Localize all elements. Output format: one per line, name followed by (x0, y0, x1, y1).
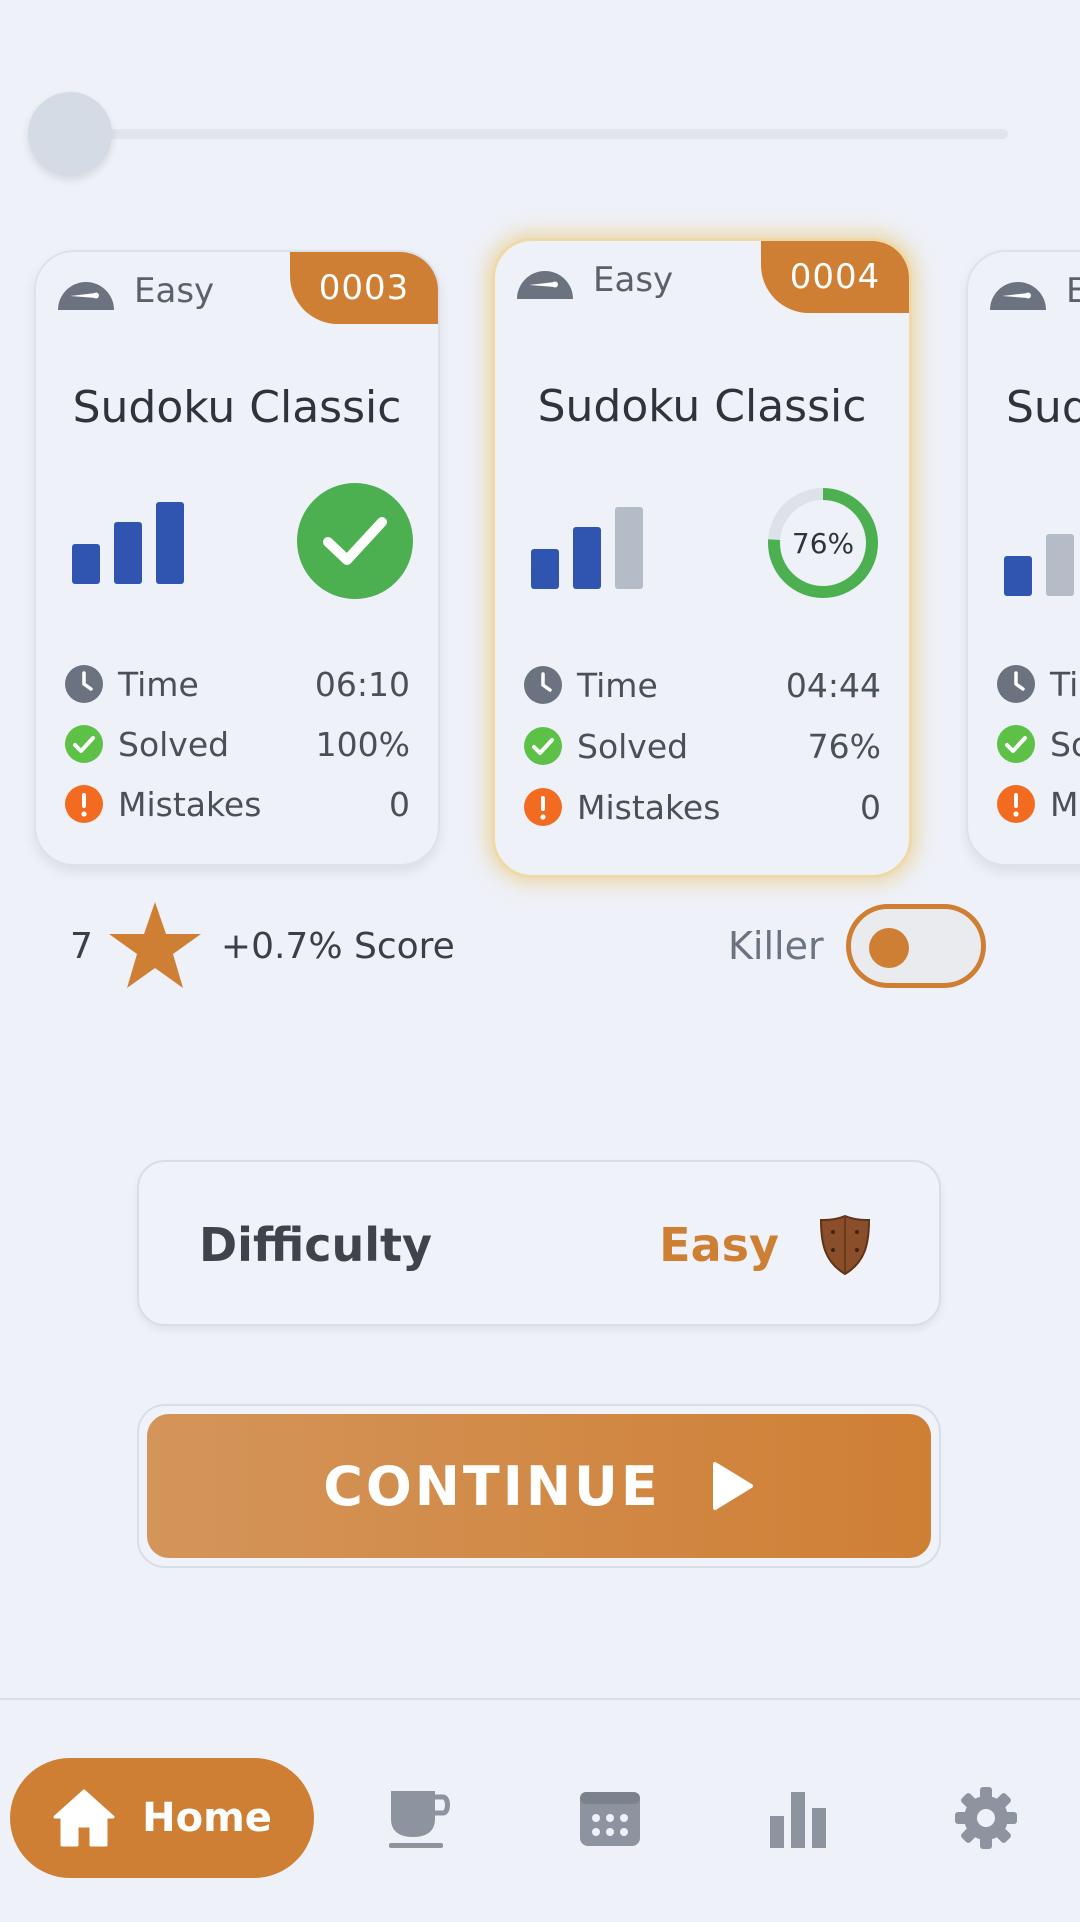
speedometer-icon (58, 282, 114, 310)
stat-solved: Solved 100% (64, 722, 410, 766)
card-title: Sudoku Classic (1006, 382, 1080, 433)
stat-label: Solved (577, 726, 689, 766)
shield-icon (819, 1214, 871, 1276)
card-clip: Easy Sudoku Classic Time Solved Mistakes (960, 240, 1080, 880)
check-circle-icon (997, 725, 1035, 763)
continue-button[interactable]: CONTINUE (147, 1414, 931, 1558)
progress-ring: 76% (767, 487, 879, 599)
clock-icon (524, 666, 562, 704)
score-text: +0.7% Score (220, 925, 455, 967)
stat-mistakes: Mistakes 0 (64, 782, 410, 826)
stat-value: 0 (860, 787, 881, 827)
stats-icon (770, 1792, 826, 1848)
stat-label: Solved (1050, 724, 1080, 764)
nav-home-button[interactable]: Home (10, 1758, 314, 1878)
slider-thumb[interactable] (28, 92, 112, 176)
alert-icon (65, 785, 103, 823)
coffee-icon (389, 1791, 450, 1848)
killer-label: Killer (728, 924, 824, 968)
alert-icon (524, 788, 562, 826)
difficulty-label: Difficulty (199, 1218, 433, 1272)
puzzle-card-0004[interactable]: 0004 Easy Sudoku Classic 76% Time 04:44 … (492, 238, 912, 878)
progress-percent: 76% (791, 526, 855, 560)
calendar-icon (580, 1792, 640, 1846)
nav-stats-button[interactable] (762, 1782, 834, 1854)
nav-home-label: Home (142, 1795, 272, 1841)
stat-value: 0 (389, 784, 410, 824)
continue-label: CONTINUE (323, 1454, 661, 1518)
difficulty-level-label: Easy (1066, 271, 1080, 311)
check-circle-icon (65, 725, 103, 763)
slider-track[interactable] (98, 129, 1008, 139)
stat-value: 76% (807, 726, 881, 766)
difficulty-selector[interactable]: Difficulty Easy (137, 1160, 941, 1326)
clock-icon (997, 665, 1035, 703)
puzzle-card-0003[interactable]: 0003 Easy Sudoku Classic Time 06:10 Solv… (34, 250, 440, 866)
stat-label: Time (118, 664, 199, 704)
difficulty-level-label: Easy (134, 271, 215, 311)
nav-settings-button[interactable] (950, 1782, 1022, 1854)
stat-solved: Solved 76% (523, 724, 881, 768)
gear-icon (955, 1787, 1017, 1849)
stat-time: Time 04:44 (523, 663, 881, 707)
stat-mistakes: Mistakes 0 (523, 785, 881, 829)
stat-label: Time (1050, 664, 1080, 704)
toggle-knob (868, 928, 909, 968)
stat-label: Time (577, 665, 658, 705)
bottom-nav: Home (0, 1698, 1080, 1922)
difficulty-bars-icon (531, 507, 643, 589)
stat-mistakes: Mistakes (996, 782, 1080, 826)
star-count: 7 (70, 925, 93, 967)
stat-solved: Solved (996, 722, 1080, 766)
clock-icon (65, 665, 103, 703)
stat-label: Mistakes (577, 787, 721, 827)
killer-toggle[interactable] (845, 904, 986, 988)
puzzle-number-badge: 0003 (290, 252, 438, 324)
stat-value: 100% (315, 724, 410, 764)
stat-label: Mistakes (118, 784, 262, 824)
puzzle-card-next[interactable]: Easy Sudoku Classic Time Solved Mistakes (966, 250, 1080, 866)
stat-time: Time (996, 662, 1080, 706)
card-slider[interactable] (28, 92, 1008, 176)
nav-coffee-button[interactable] (384, 1782, 456, 1854)
speedometer-icon (990, 282, 1046, 310)
stat-value: 06:10 (314, 664, 410, 704)
card-title: Sudoku Classic (72, 382, 402, 433)
nav-calendar-button[interactable] (574, 1782, 646, 1854)
stat-label: Solved (118, 724, 230, 764)
difficulty-bars-icon (1004, 534, 1074, 596)
puzzle-number-badge: 0004 (761, 241, 909, 313)
difficulty-level-label: Easy (593, 260, 674, 300)
difficulty-bars-icon (72, 502, 184, 584)
completed-check-icon (297, 483, 413, 599)
home-icon (53, 1789, 115, 1847)
play-icon (712, 1462, 753, 1510)
stat-value: 04:44 (785, 665, 881, 705)
killer-toggle-row[interactable]: Killer (728, 900, 986, 992)
stat-time: Time 06:10 (64, 662, 410, 706)
card-title: Sudoku Classic (537, 381, 867, 432)
speedometer-icon (517, 271, 573, 299)
continue-button-frame: CONTINUE (137, 1404, 941, 1568)
alert-icon (997, 785, 1035, 823)
difficulty-value: Easy (659, 1218, 779, 1272)
stat-label: Mistakes (1050, 784, 1080, 824)
check-circle-icon (524, 727, 562, 765)
score-row: 7 +0.7% Score (70, 898, 455, 994)
star-icon (108, 902, 201, 988)
